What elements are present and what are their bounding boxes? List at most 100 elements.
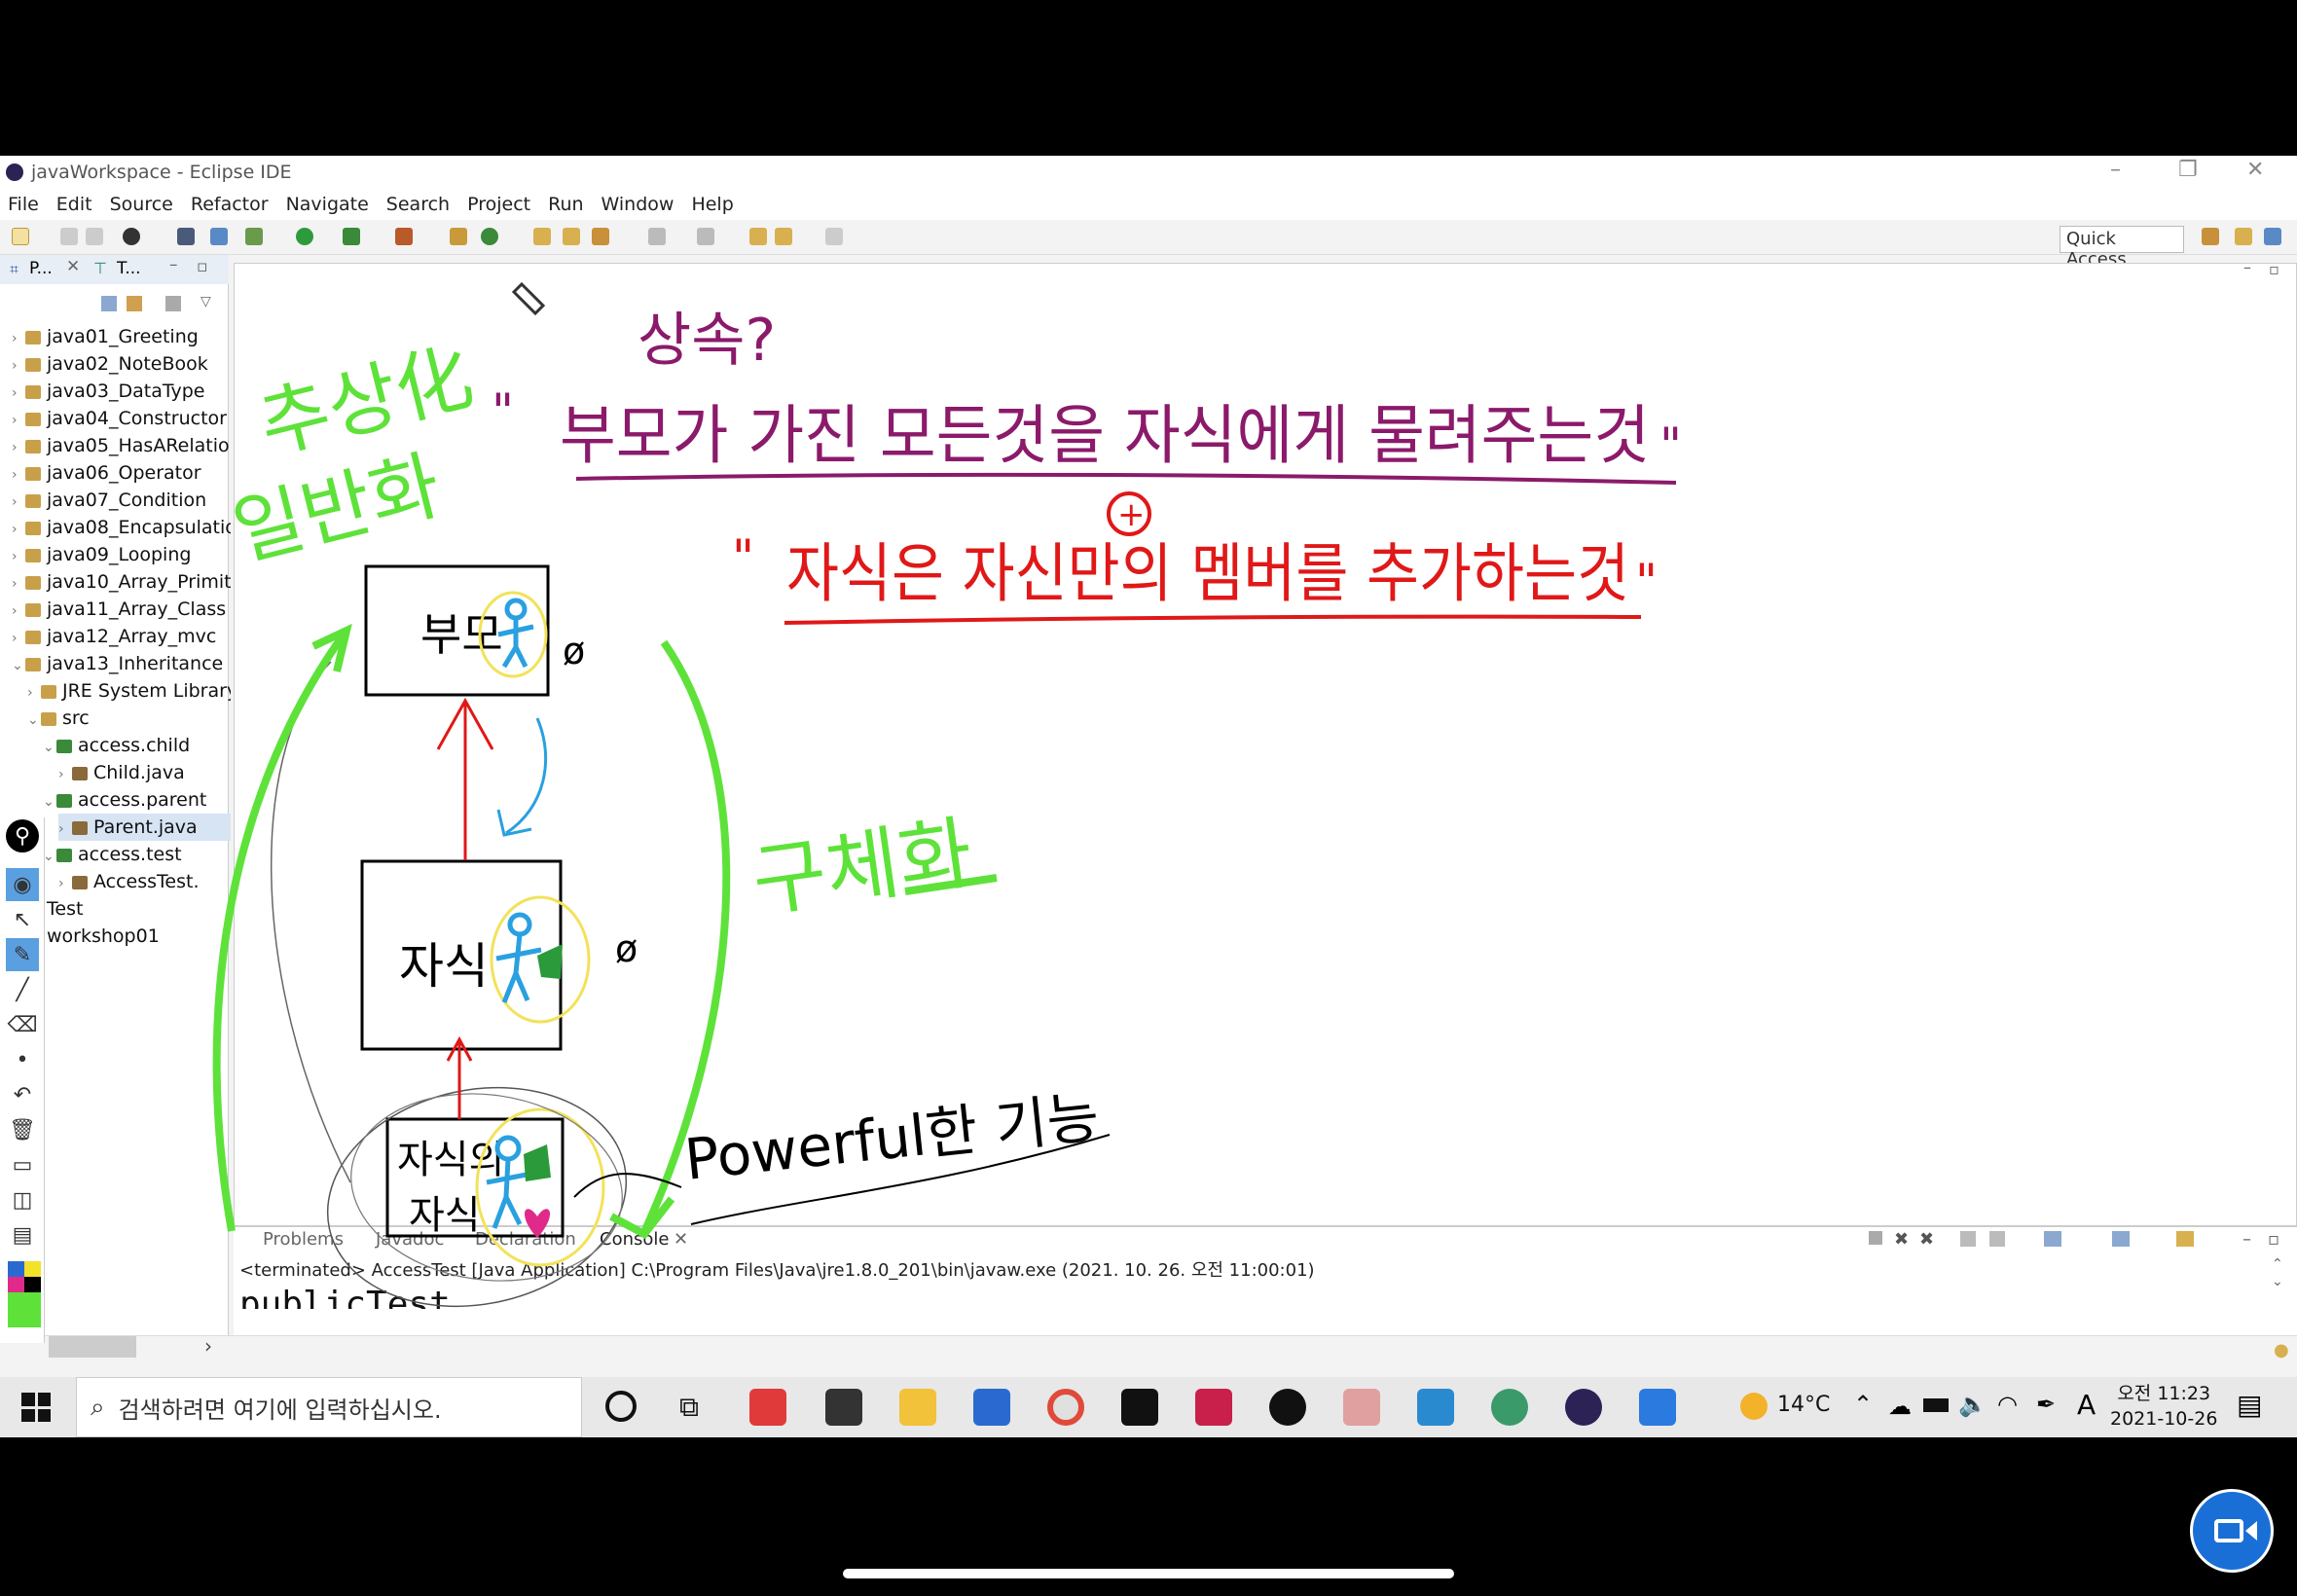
chevron-right-icon[interactable]: › <box>12 380 25 405</box>
sts-app-icon[interactable] <box>1491 1389 1528 1426</box>
tree-item[interactable]: › java08_Encapsulatior <box>12 514 231 541</box>
tree-item[interactable]: › java07_Condition <box>12 487 231 514</box>
menu-help[interactable]: Help <box>691 194 733 215</box>
profile-icon[interactable] <box>123 228 140 245</box>
chevron-right-icon[interactable]: › <box>27 679 41 705</box>
tree-item[interactable]: › java01_Greeting <box>12 323 231 350</box>
new-java-class-icon[interactable] <box>481 228 498 245</box>
monitor-icon[interactable]: ▭ <box>6 1148 39 1181</box>
console-scroll-down[interactable]: ⌄ <box>2272 1274 2283 1289</box>
home-indicator[interactable] <box>843 1569 1454 1578</box>
tip-icon[interactable]: ● <box>2274 1340 2289 1360</box>
mail-icon[interactable] <box>973 1389 1010 1426</box>
ime-icon[interactable]: A <box>2077 1389 2096 1421</box>
remove-launch-icon[interactable]: ✖ <box>1894 1229 1909 1250</box>
terminate-icon[interactable] <box>1869 1231 1882 1245</box>
minimize-view-icon[interactable]: – <box>169 255 178 274</box>
restore-icon[interactable]: ❐ <box>2178 158 2198 182</box>
java-perspective-icon[interactable] <box>2264 228 2281 245</box>
next-annotation-icon[interactable] <box>648 228 666 245</box>
view-menu-icon[interactable]: ▽ <box>201 294 211 309</box>
cursor-icon[interactable]: ↖ <box>6 903 39 936</box>
pin-console-icon[interactable] <box>2044 1231 2061 1247</box>
editor-area[interactable]: – ▫ <box>234 258 2297 1226</box>
minimize-icon[interactable]: – <box>2110 158 2121 182</box>
chevron-right-icon[interactable]: › <box>12 461 25 487</box>
menu-source[interactable]: Source <box>110 194 173 215</box>
chevron-down-icon[interactable]: ⌄ <box>43 734 56 759</box>
open-task-icon[interactable] <box>563 228 580 245</box>
menu-file[interactable]: File <box>8 194 39 215</box>
wifi-icon[interactable]: ◠ <box>1997 1391 2018 1418</box>
trash-icon[interactable]: 🗑 <box>6 1113 39 1146</box>
chevron-right-icon[interactable]: › <box>12 598 25 623</box>
chevron-right-icon[interactable]: › <box>58 816 72 841</box>
paint-app-icon[interactable] <box>1343 1389 1380 1426</box>
tray-chevron-icon[interactable]: ⌃ <box>1853 1391 1873 1418</box>
run-icon[interactable] <box>296 228 313 245</box>
tree-item[interactable]: › java05_HasARelation <box>12 432 231 459</box>
zoom-icon[interactable] <box>1639 1389 1676 1426</box>
minimize-editor-icon[interactable]: – <box>2243 258 2251 276</box>
console-scroll-up[interactable]: ⌃ <box>2272 1256 2283 1272</box>
color-black[interactable] <box>24 1277 41 1292</box>
maximize-console-icon[interactable]: ▫ <box>2268 1229 2279 1250</box>
tree-item[interactable]: › java10_Array_Primitiv <box>12 568 231 596</box>
tree-item[interactable]: ⌄ src <box>27 705 231 732</box>
tab-javadoc[interactable]: Javadoc <box>376 1229 444 1250</box>
tree-item[interactable]: › java02_NoteBook <box>12 350 231 378</box>
taskbar-clock[interactable]: 오전 11:23 2021-10-26 <box>2110 1381 2217 1432</box>
tree-item[interactable]: › java06_Operator <box>12 459 231 487</box>
new-java-package-icon[interactable] <box>450 228 467 245</box>
task-view-icon[interactable]: ⧉ <box>679 1391 699 1424</box>
forward-icon[interactable] <box>825 228 843 245</box>
weather-temp[interactable]: 14°C <box>1777 1393 1830 1417</box>
menu-search[interactable]: Search <box>386 194 450 215</box>
maximize-editor-icon[interactable]: ▫ <box>2269 260 2279 278</box>
menu-window[interactable]: Window <box>602 194 675 215</box>
close-console-icon[interactable]: ✕ <box>674 1229 688 1250</box>
menu-project[interactable]: Project <box>467 194 530 215</box>
eye-icon[interactable]: ◉ <box>6 868 39 901</box>
menu-navigate[interactable]: Navigate <box>286 194 369 215</box>
chevron-right-icon[interactable]: › <box>12 543 25 568</box>
tab-console[interactable]: Console <box>600 1229 669 1250</box>
tree-item[interactable]: › java11_Array_Class <box>12 596 231 623</box>
chevron-right-icon[interactable]: › <box>12 570 25 596</box>
windows-start-icon[interactable] <box>21 1393 51 1422</box>
tree-item[interactable]: › java03_DataType <box>12 378 231 405</box>
tree-item[interactable]: ⌄ java13_Inheritance <box>12 650 231 677</box>
chevron-down-icon[interactable]: ⌄ <box>12 652 25 677</box>
pycharm-icon[interactable] <box>1121 1389 1158 1426</box>
scroll-lock-icon[interactable] <box>1960 1231 1976 1247</box>
camera-icon[interactable]: ◫ <box>6 1183 39 1216</box>
tree-scrollbar[interactable] <box>49 1336 136 1358</box>
chevron-right-icon[interactable]: › <box>12 625 25 650</box>
external-tools-icon[interactable] <box>395 228 413 245</box>
store-icon[interactable] <box>825 1389 862 1426</box>
tree-item[interactable]: › AccessTest. <box>58 868 231 895</box>
chevron-right-icon[interactable]: › <box>12 352 25 378</box>
coverage-icon[interactable] <box>343 228 360 245</box>
java-ee-perspective-icon[interactable] <box>2235 228 2252 245</box>
chevron-right-icon[interactable]: › <box>58 761 72 786</box>
tree-item[interactable]: › java04_Constructor <box>12 405 231 432</box>
quick-access-input[interactable]: Quick Access <box>2060 226 2184 270</box>
scroll-right-icon[interactable]: › <box>204 1334 212 1358</box>
color-yellow[interactable] <box>24 1261 41 1277</box>
word-wrap-icon[interactable] <box>1989 1231 2005 1247</box>
tab-type-hierarchy[interactable]: T... <box>117 259 141 278</box>
undo-icon[interactable]: ↶ <box>6 1078 39 1111</box>
notification-icon[interactable]: ▤ <box>2237 1389 2262 1421</box>
pen-tray-icon[interactable]: ✒ <box>2036 1391 2056 1418</box>
close-tab-icon[interactable]: ✕ <box>66 257 80 276</box>
debug-icon[interactable] <box>245 228 263 245</box>
minimize-console-icon[interactable]: – <box>2242 1229 2251 1250</box>
link-with-editor-icon[interactable] <box>127 296 142 311</box>
focus-icon[interactable] <box>165 296 181 311</box>
close-icon[interactable]: ✕ <box>2246 158 2264 182</box>
menu-edit[interactable]: Edit <box>56 194 92 215</box>
dot-icon[interactable]: • <box>6 1043 39 1076</box>
tree-item[interactable]: ⌄ access.parent <box>43 786 231 814</box>
chevron-right-icon[interactable]: › <box>12 407 25 432</box>
